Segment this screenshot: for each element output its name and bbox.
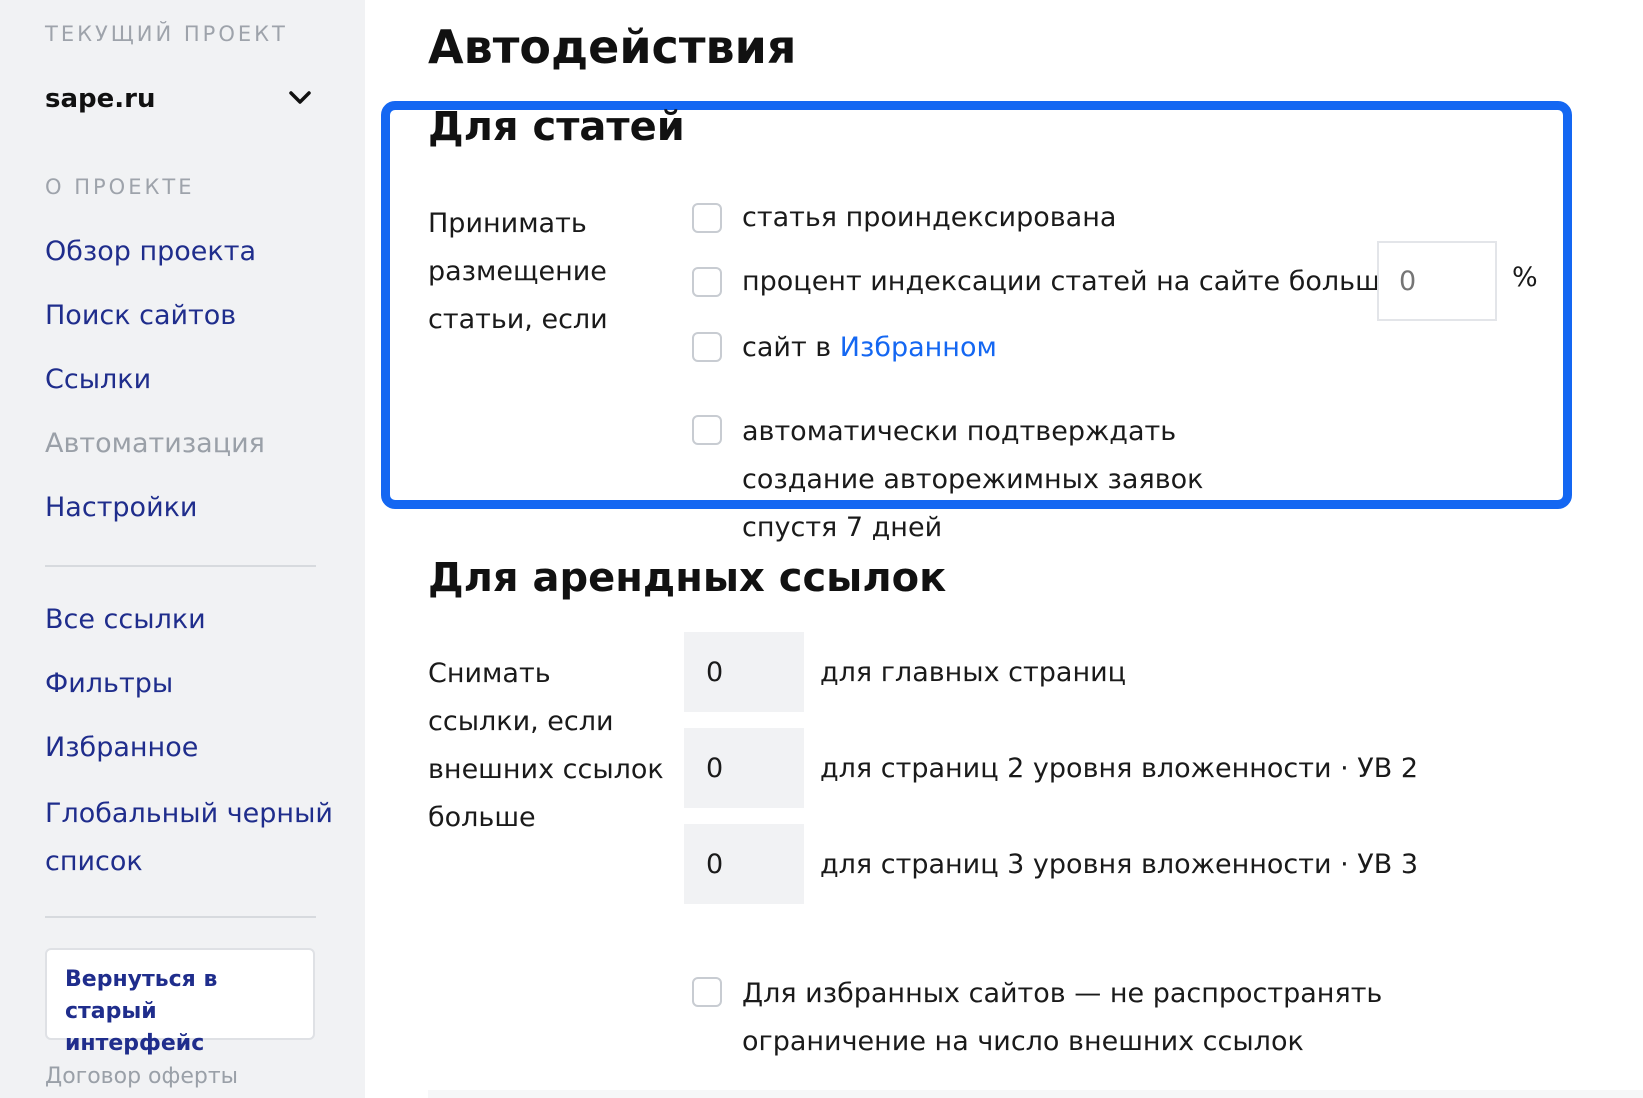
auto-confirm-checkbox[interactable] [692, 415, 722, 445]
nav-site-search[interactable]: Поиск сайтов [45, 300, 236, 331]
level3-pages-limit-label: для страниц 3 уровня вложенности · УВ 3 [820, 849, 1419, 880]
index-percent-option-label: процент индексации статей на сайте больш… [742, 266, 1397, 297]
main-pages-limit-label: для главных страниц [820, 657, 1127, 688]
nav-global-blacklist[interactable]: Глобальный черный список [45, 790, 335, 886]
favorites-no-limit-checkbox[interactable] [692, 977, 722, 1007]
indexed-checkbox[interactable] [692, 203, 722, 233]
level2-pages-limit-input[interactable] [684, 728, 804, 808]
articles-section-title: Для статей [428, 104, 685, 150]
nav-all-links[interactable]: Все ссылки [45, 604, 206, 635]
nav-favorites[interactable]: Избранное [45, 732, 198, 763]
about-project-caption: О ПРОЕКТЕ [45, 175, 195, 199]
percent-sign: % [1512, 262, 1538, 293]
chevron-down-icon [289, 91, 311, 104]
nav-settings[interactable]: Настройки [45, 492, 197, 523]
favorites-link[interactable]: Избранном [840, 332, 997, 363]
favorites-prefix: сайт в [742, 332, 832, 363]
page-title: Автодействия [428, 20, 797, 74]
sidebar-divider [45, 565, 316, 567]
sidebar: ТЕКУЩИЙ ПРОЕКТ sape.ru О ПРОЕКТЕ Обзор п… [0, 0, 365, 1098]
project-name: sape.ru [45, 84, 156, 114]
project-selector[interactable]: sape.ru [45, 84, 320, 124]
level2-pages-limit-label: для страниц 2 уровня вложенности · УВ 2 [820, 753, 1419, 784]
offer-agreement-link[interactable]: Договор оферты [45, 1064, 238, 1089]
nav-automation[interactable]: Автоматизация [45, 428, 265, 459]
nav-links[interactable]: Ссылки [45, 364, 151, 395]
articles-condition-label: Принимать размещение статьи, если [428, 208, 608, 335]
nav-project-overview[interactable]: Обзор проекта [45, 236, 256, 267]
favorites-option-label: сайт в Избранном [742, 324, 997, 372]
nav-filters[interactable]: Фильтры [45, 668, 173, 699]
level3-pages-limit-input[interactable] [684, 824, 804, 904]
return-old-interface-button[interactable]: Вернуться в старый интерфейс [45, 948, 315, 1056]
current-project-caption: ТЕКУЩИЙ ПРОЕКТ [45, 22, 288, 46]
index-percent-checkbox[interactable] [692, 267, 722, 297]
rental-condition-label: Снимать ссылки, если внешних ссылок боль… [428, 658, 664, 833]
rental-section-title: Для арендных ссылок [428, 555, 947, 601]
favorites-checkbox[interactable] [692, 332, 722, 362]
index-percent-input[interactable] [1377, 241, 1497, 321]
indexed-option-label: статья проиндексирована [742, 202, 1117, 233]
main-pages-limit-input[interactable] [684, 632, 804, 712]
next-section-edge [428, 1090, 1643, 1098]
sidebar-divider [45, 916, 316, 918]
auto-confirm-option-label: автоматически подтверждать создание авто… [742, 416, 1204, 543]
favorites-no-limit-label: Для избранных сайтов — не распространять… [742, 978, 1383, 1057]
